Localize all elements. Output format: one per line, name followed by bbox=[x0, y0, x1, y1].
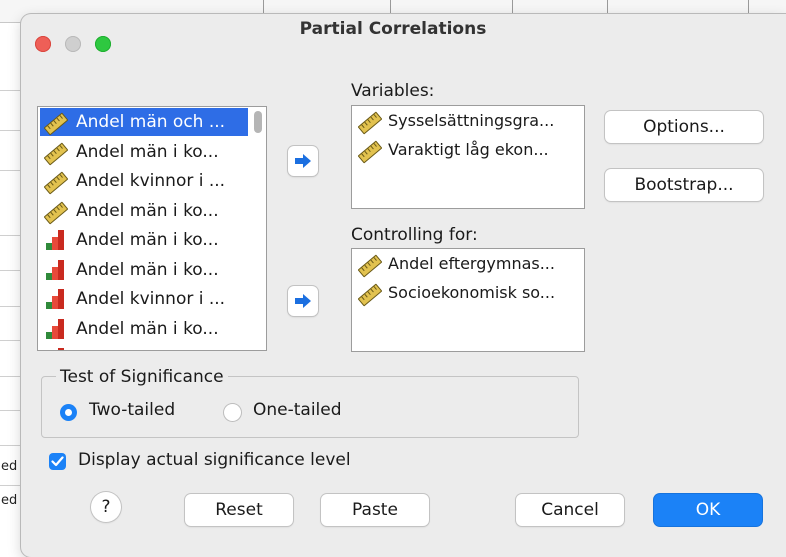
checkmark-icon bbox=[51, 456, 64, 467]
bar-chart-icon bbox=[44, 348, 66, 350]
row-divider bbox=[0, 445, 22, 446]
row-divider bbox=[0, 410, 22, 411]
help-button[interactable]: ? bbox=[91, 492, 121, 522]
bar-chart-icon bbox=[44, 259, 66, 280]
row-divider bbox=[0, 235, 22, 236]
arrow-right-icon bbox=[295, 294, 311, 308]
one-tailed-label[interactable]: One-tailed bbox=[253, 400, 342, 420]
ruler-icon bbox=[357, 111, 383, 135]
list-item-label: Andel kvinnor i ... bbox=[76, 171, 226, 191]
ruler-icon bbox=[43, 141, 69, 166]
move-to-controlling-button[interactable] bbox=[288, 286, 318, 316]
variables-list[interactable]: Sysselsättningsgra... Varaktigt låg ekon.… bbox=[351, 105, 585, 209]
row-divider bbox=[0, 90, 22, 91]
list-item-label: Andel kvinnor i ... bbox=[76, 289, 226, 309]
dialog-title: Partial Correlations bbox=[299, 19, 487, 39]
row-divider bbox=[0, 485, 22, 486]
ruler-icon bbox=[43, 171, 69, 195]
list-item-label: Andel män i ko... bbox=[76, 318, 219, 339]
list-item-label: Varaktigt låg ekon... bbox=[388, 140, 549, 159]
ruler-icon bbox=[357, 283, 383, 307]
row-divider bbox=[0, 376, 22, 377]
test-of-significance-label: Test of Significance bbox=[56, 367, 228, 387]
display-actual-significance-label[interactable]: Display actual significance level bbox=[78, 450, 351, 470]
two-tailed-radio[interactable] bbox=[60, 404, 77, 421]
ruler-icon bbox=[357, 140, 383, 164]
row-divider bbox=[0, 340, 22, 341]
row-fragment: ed bbox=[1, 459, 18, 474]
controlling-for-label: Controlling for: bbox=[351, 225, 478, 245]
ruler-icon bbox=[43, 200, 69, 225]
partial-correlations-dialog: Andel män och ... Andel män i ko... Andel … bbox=[21, 14, 786, 557]
one-tailed-radio[interactable] bbox=[224, 404, 241, 421]
list-item-label: Andel eftergymnas... bbox=[388, 254, 555, 273]
list-item-label: Andel män i ko... bbox=[76, 259, 219, 280]
bootstrap-button[interactable]: Bootstrap... bbox=[605, 169, 763, 201]
controlling-for-list[interactable]: Andel eftergymnas... Socioekonomisk so... bbox=[351, 248, 585, 352]
list-scrollbar[interactable] bbox=[254, 111, 262, 133]
two-tailed-label[interactable]: Two-tailed bbox=[89, 400, 175, 420]
ruler-icon bbox=[357, 254, 383, 278]
list-item-label: Andel män i ko... bbox=[76, 230, 219, 250]
row-divider bbox=[0, 130, 22, 131]
row-divider bbox=[0, 170, 22, 171]
row-divider bbox=[0, 306, 22, 307]
list-item-label: Socioekonomisk so... bbox=[388, 283, 556, 302]
display-actual-significance-checkbox[interactable] bbox=[49, 453, 66, 470]
list-item-label: Sysselsättningsgra... bbox=[388, 111, 555, 130]
cancel-button[interactable]: Cancel bbox=[516, 494, 624, 526]
arrow-right-icon bbox=[295, 154, 311, 168]
bar-chart-icon bbox=[44, 230, 66, 250]
list-item[interactable]: Andel män och ... bbox=[40, 108, 248, 136]
paste-button[interactable]: Paste bbox=[321, 494, 429, 526]
bar-chart-icon bbox=[44, 318, 66, 339]
list-item-label: Andel män i ko... bbox=[76, 141, 219, 162]
move-to-variables-button[interactable] bbox=[288, 146, 318, 176]
options-button[interactable]: Options... bbox=[605, 111, 763, 143]
ruler-icon bbox=[43, 112, 69, 136]
variables-label: Variables: bbox=[351, 81, 435, 101]
list-item-label: Andel män i ko... bbox=[76, 200, 219, 221]
list-item-label: Andel män och ... bbox=[76, 112, 226, 132]
ok-button[interactable]: OK bbox=[654, 494, 762, 526]
list-item-label: Andel män i ko... bbox=[76, 344, 219, 350]
bar-chart-icon bbox=[44, 289, 66, 309]
row-fragment: ed bbox=[1, 493, 18, 508]
reset-button[interactable]: Reset bbox=[185, 494, 293, 526]
source-variable-list[interactable]: Andel män och ... Andel män i ko... Andel … bbox=[37, 106, 267, 351]
row-divider bbox=[0, 270, 22, 271]
